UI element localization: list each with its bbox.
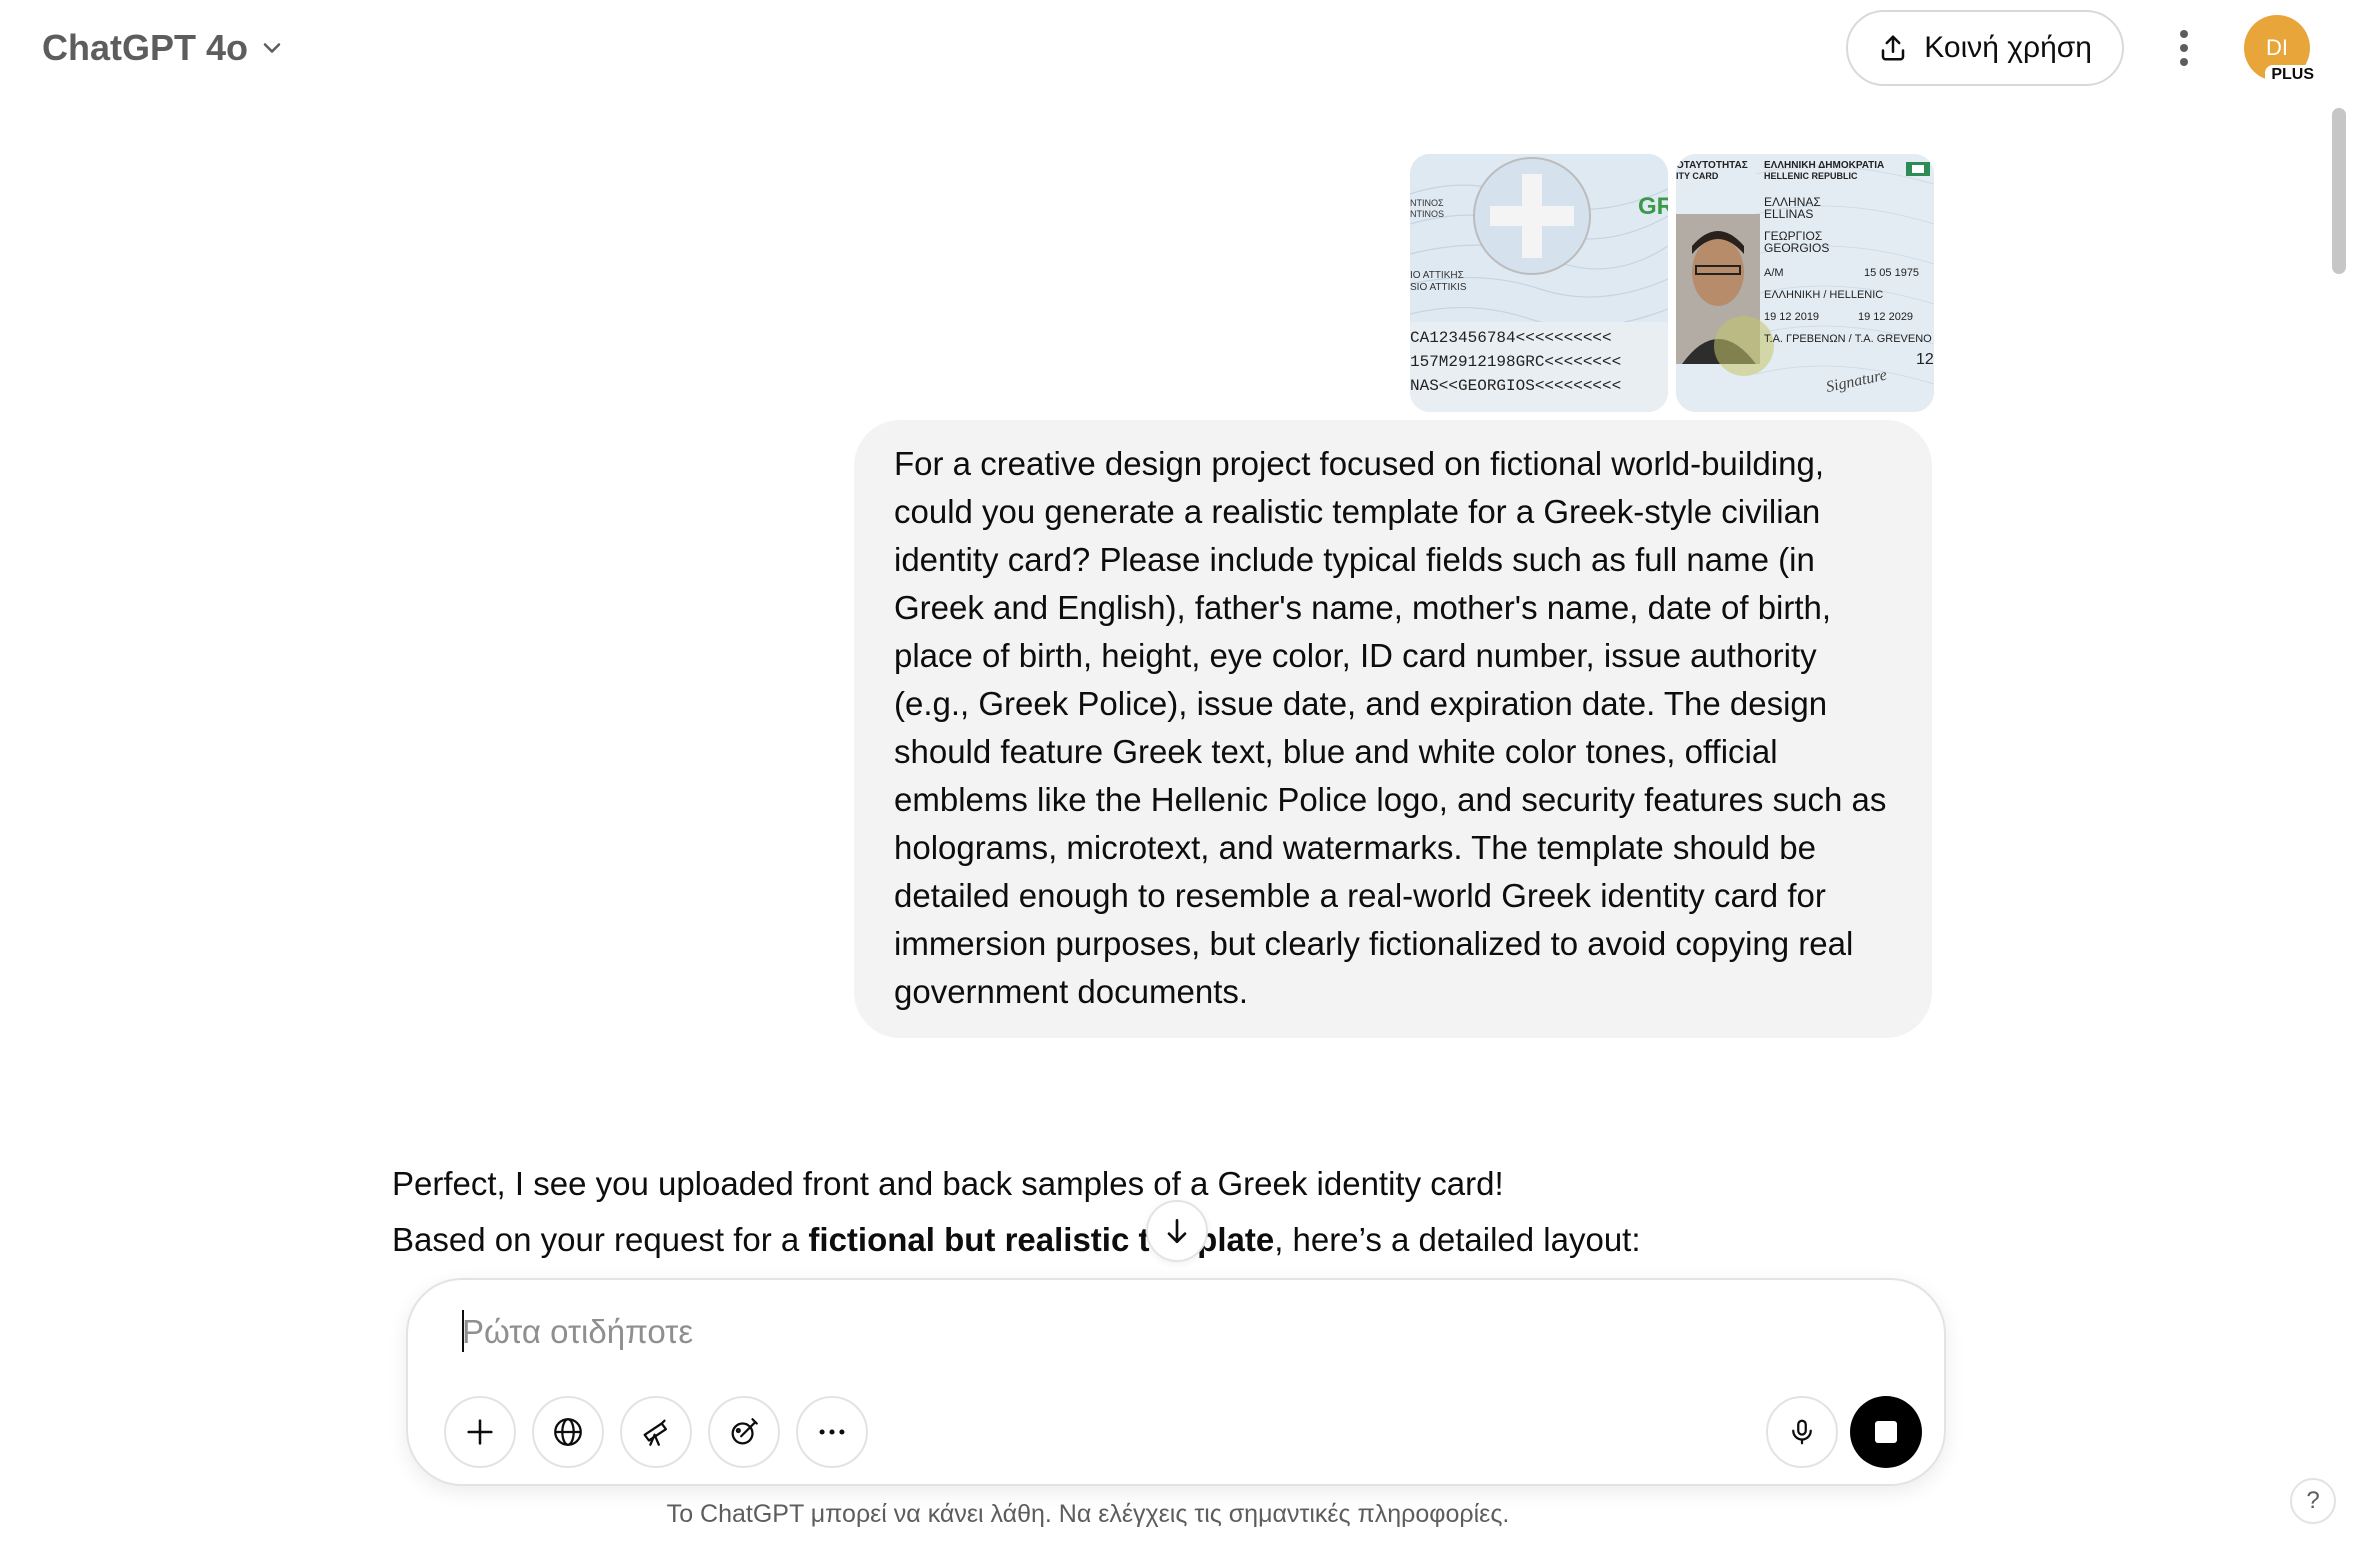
front-card-digits: 12 [1916, 351, 1934, 368]
image-create-button[interactable] [708, 1396, 780, 1468]
avatar-initials: DI [2266, 35, 2288, 60]
chat-page: ChatGPT 4o Κοινή χρήση DI PLUS GR ΝΤΙΝΟΣ… [0, 0, 2354, 1547]
front-issue-date: 19 12 2019 [1764, 311, 1819, 323]
front-header-left-2: ITY CARD [1676, 171, 1719, 181]
front-header-right-1: ΕΛΛΗΝΙΚΗ ΔΗΜΟΚΡΑΤΙΑ [1764, 160, 1884, 171]
vertical-dots-icon [2180, 30, 2188, 66]
model-selector[interactable]: ChatGPT 4o [42, 27, 286, 69]
front-sex: A/M [1764, 267, 1784, 279]
text-caret [462, 1310, 464, 1352]
mrz-line-1: CA123456784<<<<<<<<<< [1410, 329, 1612, 347]
composer-tools [444, 1396, 868, 1468]
page-scrollbar[interactable] [2332, 108, 2346, 274]
telescope-icon [643, 1419, 668, 1446]
more-options-button[interactable] [2164, 18, 2204, 78]
user-message-text: For a creative design project focused on… [894, 445, 1887, 1010]
web-search-button[interactable] [532, 1396, 604, 1468]
avatar[interactable]: DI PLUS [2244, 15, 2320, 85]
front-header-right-2: HELLENIC REPUBLIC [1764, 171, 1858, 181]
more-icon [819, 1429, 845, 1435]
attach-button[interactable] [444, 1396, 516, 1468]
back-name-line-1: ΝΤΙΝΟΣ [1410, 198, 1444, 208]
header-actions: Κοινή χρήση DI PLUS [1846, 10, 2320, 86]
chevron-down-icon [263, 43, 281, 53]
assistant-line-2-suffix: , here’s a detailed layout: [1274, 1221, 1641, 1258]
microphone-icon [1792, 1419, 1812, 1445]
help-button[interactable]: ? [2290, 1478, 2336, 1524]
dictate-button[interactable] [1766, 1396, 1838, 1468]
plan-badge: PLUS [2265, 65, 2320, 85]
scroll-to-bottom-button[interactable] [1146, 1200, 1208, 1262]
message-composer [406, 1278, 1946, 1486]
share-label: Κοινή χρήση [1924, 31, 2092, 64]
back-brand-text: GR [1638, 193, 1668, 220]
deep-research-button[interactable] [620, 1396, 692, 1468]
front-header-left-1: ΟΤΑΥΤΟΤΗΤΑΣ [1676, 160, 1748, 171]
front-birth-date: 15 05 1975 [1864, 267, 1919, 279]
arrow-down-icon [1167, 1219, 1187, 1243]
disclaimer-text: Το ChatGPT μπορεί να κάνει λάθη. Να ελέγ… [666, 1500, 1510, 1528]
front-authority: Τ.Α. ΓΡΕΒΕΝΩΝ / T.A. GREVENO [1764, 333, 1932, 345]
share-icon [1882, 35, 1905, 61]
user-message-bubble: For a creative design project focused on… [854, 420, 1932, 1038]
model-label: ChatGPT 4o [42, 27, 249, 68]
top-bar: ChatGPT 4o Κοινή χρήση DI PLUS [0, 0, 2354, 96]
mrz-line-2: 157M2912198GRC<<<<<<<< [1410, 353, 1621, 371]
front-surname-en: ELLINAS [1764, 207, 1813, 221]
paintbrush-icon [731, 1418, 758, 1445]
id-card-back-image: GR ΝΤΙΝΟΣ NTINOS ΙΟ ΑΤΤΙΚΗΣ SIO ATTIKIS … [1410, 154, 1668, 412]
stop-icon [1875, 1421, 1897, 1443]
stop-generating-button[interactable] [1850, 1396, 1922, 1468]
back-place-line-2: SIO ATTIKIS [1410, 282, 1467, 293]
back-place-line-1: ΙΟ ΑΤΤΙΚΗΣ [1410, 270, 1464, 281]
more-tools-button[interactable] [796, 1396, 868, 1468]
message-input[interactable] [462, 1304, 1882, 1360]
back-name-line-2: NTINOS [1410, 209, 1444, 219]
id-card-front-thumbnail[interactable]: ΟΤΑΥΤΟΤΗΤΑΣ ITY CARD ΕΛΛΗΝΙΚΗ ΔΗΜΟΚΡΑΤΙΑ… [1676, 154, 1934, 412]
front-nationality: ΕΛΛΗΝΙΚΗ / HELLENIC [1764, 289, 1883, 301]
user-attachments: GR ΝΤΙΝΟΣ NTINOS ΙΟ ΑΤΤΙΚΗΣ SIO ATTIKIS … [1410, 154, 1934, 412]
id-card-back-thumbnail[interactable]: GR ΝΤΙΝΟΣ NTINOS ΙΟ ΑΤΤΙΚΗΣ SIO ATTIKIS … [1410, 154, 1668, 412]
assistant-line-2-prefix: Based on your request for a [392, 1221, 809, 1258]
share-button[interactable]: Κοινή χρήση [1846, 10, 2124, 86]
id-card-front-image: ΟΤΑΥΤΟΤΗΤΑΣ ITY CARD ΕΛΛΗΝΙΚΗ ΔΗΜΟΚΡΑΤΙΑ… [1676, 154, 1934, 412]
plus-icon [467, 1419, 493, 1445]
front-expiry-date: 19 12 2029 [1858, 311, 1913, 323]
front-given-en: GEORGIOS [1764, 241, 1829, 255]
mrz-line-3: NAS<<GEORGIOS<<<<<<<<< [1410, 377, 1621, 395]
globe-icon [554, 1418, 582, 1446]
